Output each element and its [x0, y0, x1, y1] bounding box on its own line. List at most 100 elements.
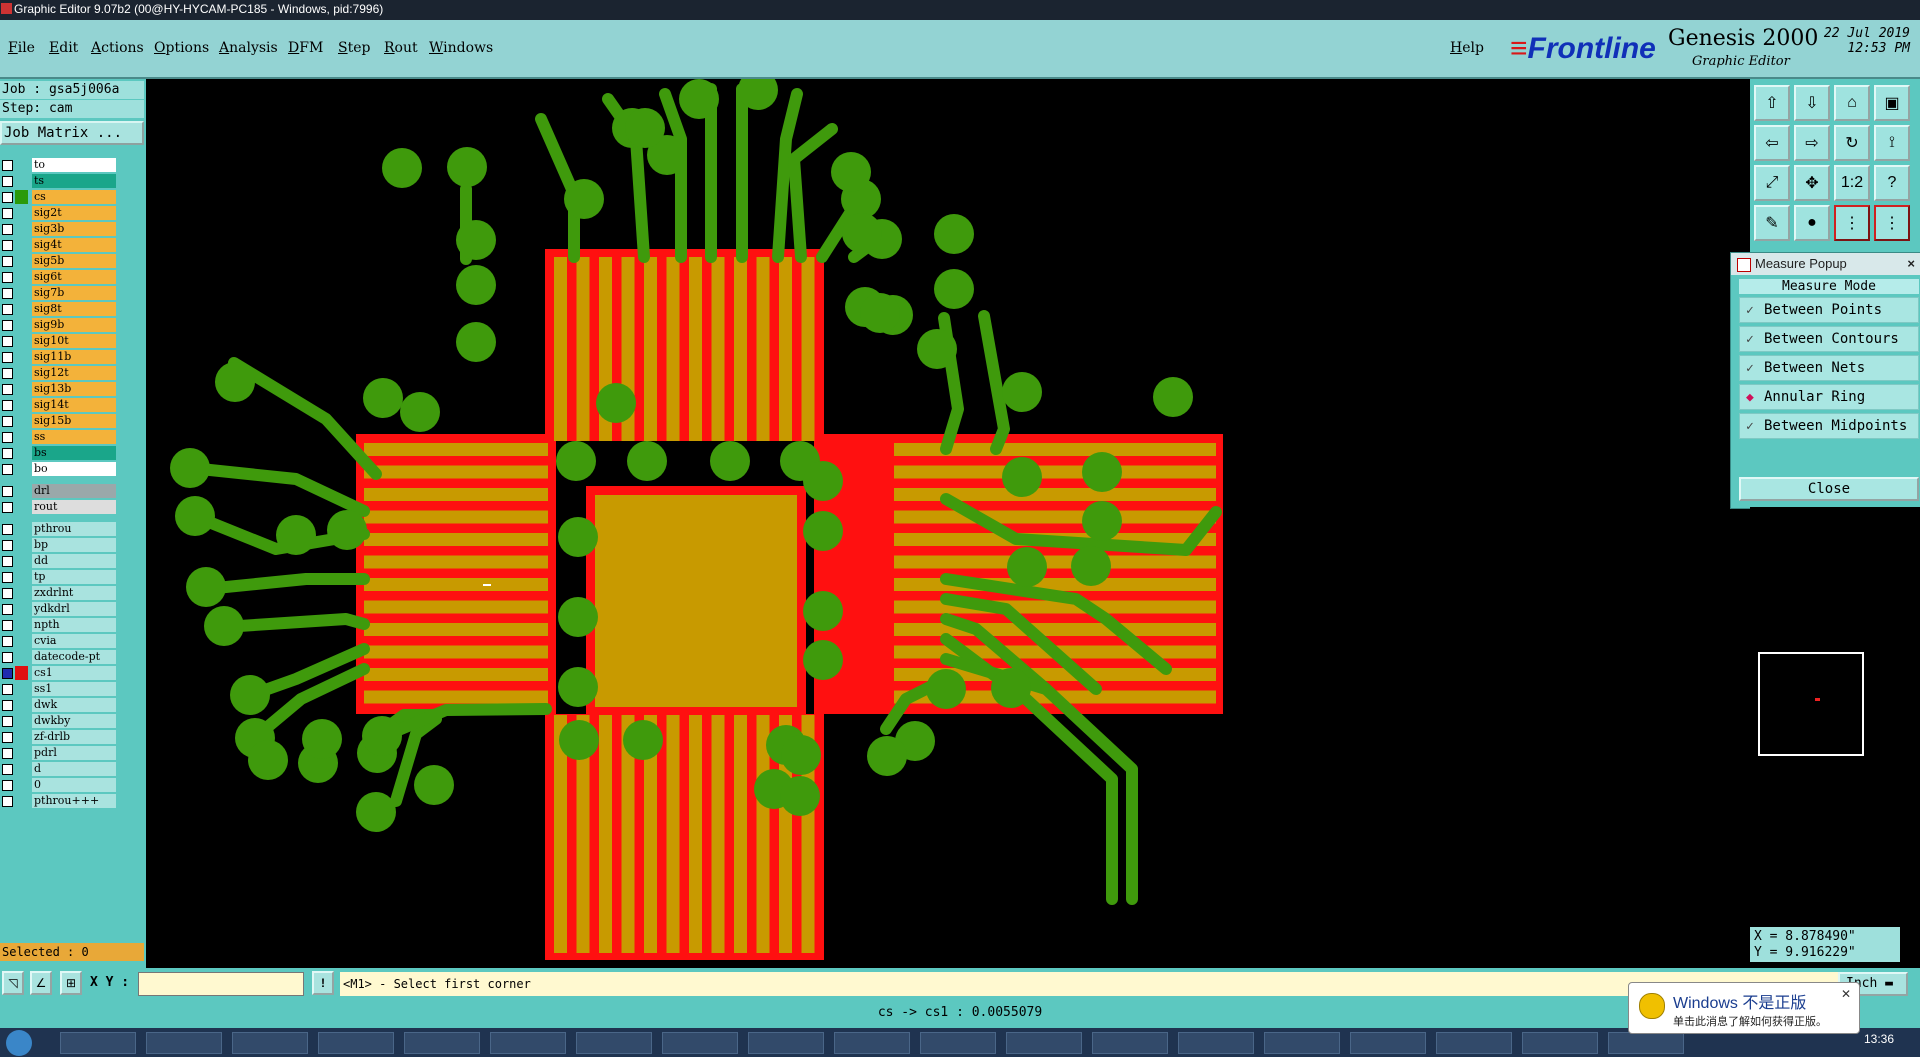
menu-rout[interactable]: Rout [384, 40, 418, 56]
close-icon[interactable]: ✕ [1841, 987, 1851, 1001]
house-icon[interactable]: ⌂ [1834, 85, 1870, 121]
taskbar-app-button[interactable] [662, 1032, 738, 1054]
layer-row-drl[interactable]: drl [0, 483, 118, 499]
layer-row-pthrou+++[interactable]: pthrou+++ [0, 793, 118, 809]
layer-checkbox[interactable] [2, 400, 13, 411]
taskbar-app-button[interactable] [834, 1032, 910, 1054]
snap-icon[interactable]: ⟟ [1874, 125, 1910, 161]
measure-option-between-nets[interactable]: ✓ Between Nets [1739, 355, 1919, 381]
layer-checkbox[interactable] [2, 432, 13, 443]
measure-option-annular-ring[interactable]: ◆ Annular Ring [1739, 384, 1919, 410]
measure-option-between-midpoints[interactable]: ✓ Between Midpoints [1739, 413, 1919, 439]
layer-row-0[interactable]: 0 [0, 777, 118, 793]
layer-checkbox[interactable] [2, 352, 13, 363]
layer-checkbox[interactable] [2, 540, 13, 551]
layer-row-to[interactable]: to [0, 157, 118, 173]
layer-checkbox[interactable] [2, 192, 13, 203]
menu-file[interactable]: File [8, 40, 35, 56]
layer-row-sig3b[interactable]: sig3b [0, 221, 118, 237]
layer-checkbox[interactable] [2, 384, 13, 395]
taskbar-app-button[interactable] [1436, 1032, 1512, 1054]
layer-row-sig5b[interactable]: sig5b [0, 253, 118, 269]
xy-input[interactable] [138, 972, 304, 996]
layer-row-ss1[interactable]: ss1 [0, 681, 118, 697]
layer-checkbox[interactable] [2, 668, 13, 679]
layer-row-sig11b[interactable]: sig11b [0, 349, 118, 365]
taskbar-app-button[interactable] [60, 1032, 136, 1054]
layer-checkbox[interactable] [2, 256, 13, 267]
help-icon[interactable]: ? [1874, 165, 1910, 201]
menu-dfm[interactable]: DFM [288, 40, 323, 56]
zoom-back-icon[interactable]: ⇩ [1794, 85, 1830, 121]
taskbar-app-button[interactable] [318, 1032, 394, 1054]
layer-checkbox[interactable] [2, 620, 13, 631]
menu-edit[interactable]: Edit [49, 40, 78, 56]
pan-right-icon[interactable]: ⇨ [1794, 125, 1830, 161]
taskbar-app-button[interactable] [146, 1032, 222, 1054]
pan-left-icon[interactable]: ⇦ [1754, 125, 1790, 161]
layer-checkbox[interactable] [2, 732, 13, 743]
layer-checkbox[interactable] [2, 224, 13, 235]
taskbar-app-button[interactable] [490, 1032, 566, 1054]
layer-row-cs1[interactable]: cs1 [0, 665, 118, 681]
layer-checkbox[interactable] [2, 288, 13, 299]
layer-checkbox[interactable] [2, 716, 13, 727]
taskbar-app-button[interactable] [1264, 1032, 1340, 1054]
taskbar-app-button[interactable] [232, 1032, 308, 1054]
layer-row-dwk[interactable]: dwk [0, 697, 118, 713]
menu-help[interactable]: Help [1450, 40, 1484, 56]
ratio-label[interactable]: 1:2 [1834, 165, 1870, 201]
taskbar-app-button[interactable] [1522, 1032, 1598, 1054]
layer-row-cvia[interactable]: cvia [0, 633, 118, 649]
measure-option-between-contours[interactable]: ✓ Between Contours [1739, 326, 1919, 352]
taskbar-app-button[interactable] [1178, 1032, 1254, 1054]
layer-row-sig12t[interactable]: sig12t [0, 365, 118, 381]
window-icon[interactable]: ▣ [1874, 85, 1910, 121]
layer-checkbox[interactable] [2, 486, 13, 497]
taskbar-app-button[interactable] [920, 1032, 996, 1054]
layer-row-zxdrlnt[interactable]: zxdrlnt [0, 585, 118, 601]
layer-row-npth[interactable]: npth [0, 617, 118, 633]
taskbar-app-button[interactable] [1350, 1032, 1426, 1054]
layer-row-sig13b[interactable]: sig13b [0, 381, 118, 397]
layer-row-ydkdrl[interactable]: ydkdrl [0, 601, 118, 617]
layer-row-datecode-pt[interactable]: datecode-pt [0, 649, 118, 665]
layer-checkbox[interactable] [2, 368, 13, 379]
layer-row-cs[interactable]: cs [0, 189, 118, 205]
net2-icon[interactable]: ⋮ [1874, 205, 1910, 241]
taskbar-app-button[interactable] [1608, 1032, 1684, 1054]
layer-row-sig7b[interactable]: sig7b [0, 285, 118, 301]
menu-analysis[interactable]: Analysis [219, 40, 278, 56]
layer-row-dwkby[interactable]: dwkby [0, 713, 118, 729]
layer-row-d[interactable]: d [0, 761, 118, 777]
layer-checkbox[interactable] [2, 304, 13, 315]
layer-row-tp[interactable]: tp [0, 569, 118, 585]
pcb-drawing[interactable] [146, 79, 1750, 968]
layer-row-ss[interactable]: ss [0, 429, 118, 445]
redraw-icon[interactable]: ↻ [1834, 125, 1870, 161]
net-icon[interactable]: ⋮ [1834, 205, 1870, 241]
layer-checkbox[interactable] [2, 524, 13, 535]
measure-option-between-points[interactable]: ✓ Between Points [1739, 297, 1919, 323]
layer-row-bo[interactable]: bo [0, 461, 118, 477]
layer-checkbox[interactable] [2, 764, 13, 775]
taskbar-app-button[interactable] [404, 1032, 480, 1054]
measure-tool-icon[interactable]: ∠ [30, 971, 52, 995]
layer-row-rout[interactable]: rout [0, 499, 118, 515]
layer-row-zf-drlb[interactable]: zf-drlb [0, 729, 118, 745]
layer-row-sig9b[interactable]: sig9b [0, 317, 118, 333]
taskbar-app-button[interactable] [1006, 1032, 1082, 1054]
layer-checkbox[interactable] [2, 176, 13, 187]
menu-step[interactable]: Step [338, 40, 370, 56]
layer-row-sig4t[interactable]: sig4t [0, 237, 118, 253]
start-button[interactable] [6, 1030, 32, 1056]
layer-checkbox[interactable] [2, 700, 13, 711]
execute-icon[interactable]: ! [312, 971, 334, 995]
close-icon[interactable]: × [1907, 253, 1915, 275]
layer-checkbox[interactable] [2, 272, 13, 283]
layer-row-sig10t[interactable]: sig10t [0, 333, 118, 349]
layer-checkbox[interactable] [2, 240, 13, 251]
layer-row-sig15b[interactable]: sig15b [0, 413, 118, 429]
menu-options[interactable]: Options [154, 40, 209, 56]
select-mode-icon[interactable]: ◹ [2, 971, 24, 995]
